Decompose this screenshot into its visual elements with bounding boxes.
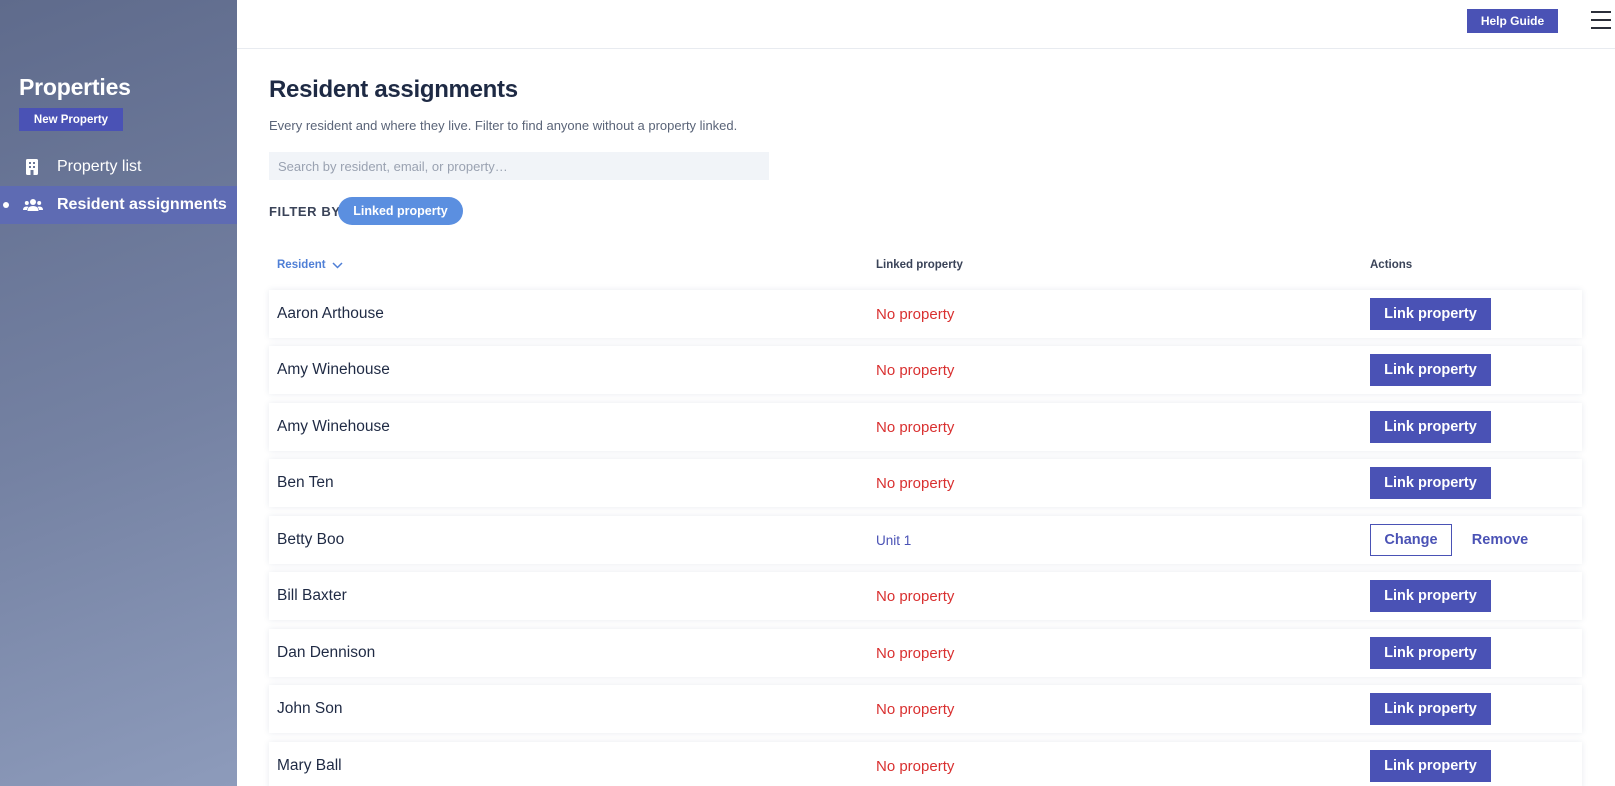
- new-property-button[interactable]: New Property: [19, 108, 123, 131]
- linked-property-value: No property: [876, 758, 955, 775]
- column-header-label: Resident: [277, 259, 326, 271]
- table-row: Betty Boo Unit 1 Change Remove: [269, 516, 1582, 564]
- sidebar: Properties New Property Property list Re…: [0, 0, 237, 786]
- active-indicator: [3, 202, 9, 208]
- remove-property-button[interactable]: Remove: [1465, 524, 1535, 556]
- chevron-down-icon: [332, 261, 343, 269]
- linked-property-value: No property: [876, 701, 955, 718]
- link-property-button[interactable]: Link property: [1370, 580, 1491, 612]
- filter-label: FILTER BY: [269, 204, 341, 219]
- search-input[interactable]: [269, 152, 769, 180]
- resident-name: Aaron Arthouse: [277, 305, 384, 322]
- table-row: Aaron Arthouse No property Link property: [269, 290, 1582, 338]
- table-row: Mary Ball No property Link property: [269, 742, 1582, 786]
- help-guide-button[interactable]: Help Guide: [1467, 9, 1558, 33]
- sidebar-item-label: Property list: [57, 158, 142, 175]
- resident-name: Betty Boo: [277, 531, 345, 548]
- table-row: Bill Baxter No property Link property: [269, 572, 1582, 620]
- link-property-button[interactable]: Link property: [1370, 637, 1491, 669]
- linked-property-value: No property: [876, 588, 955, 605]
- resident-name: John Son: [277, 700, 343, 717]
- link-property-button[interactable]: Link property: [1370, 467, 1491, 499]
- linked-property-value: No property: [876, 362, 955, 379]
- resident-name: Amy Winehouse: [277, 418, 390, 435]
- link-property-button[interactable]: Link property: [1370, 750, 1491, 782]
- linked-property-value: No property: [876, 306, 955, 323]
- table-row: Amy Winehouse No property Link property: [269, 346, 1582, 394]
- table-row: Amy Winehouse No property Link property: [269, 403, 1582, 451]
- link-property-button[interactable]: Link property: [1370, 693, 1491, 725]
- link-property-button[interactable]: Link property: [1370, 354, 1491, 386]
- table-row: Ben Ten No property Link property: [269, 459, 1582, 507]
- link-property-button[interactable]: Link property: [1370, 298, 1491, 330]
- resident-name: Mary Ball: [277, 757, 342, 774]
- table-row: Dan Dennison No property Link property: [269, 629, 1582, 677]
- table-row: John Son No property Link property: [269, 685, 1582, 733]
- linked-property-value[interactable]: Unit 1: [876, 533, 911, 548]
- users-icon: [23, 196, 43, 214]
- change-property-button[interactable]: Change: [1370, 524, 1452, 556]
- linked-property-value: No property: [876, 419, 955, 436]
- column-header-actions: Actions: [1370, 259, 1413, 271]
- column-header-resident[interactable]: Resident: [277, 259, 343, 271]
- top-bar: [237, 0, 1615, 49]
- page-subtitle: Every resident and where they live. Filt…: [269, 118, 738, 133]
- hamburger-menu-icon[interactable]: [1591, 11, 1611, 31]
- page-title: Resident assignments: [269, 76, 518, 103]
- resident-name: Amy Winehouse: [277, 361, 390, 378]
- resident-name: Bill Baxter: [277, 587, 347, 604]
- resident-name: Dan Dennison: [277, 644, 376, 661]
- sidebar-title: Properties: [19, 74, 131, 100]
- resident-name: Ben Ten: [277, 474, 334, 491]
- building-icon: [23, 158, 41, 176]
- sidebar-item-label: Resident assignments: [57, 196, 227, 213]
- sidebar-item-property-list[interactable]: Property list: [0, 148, 237, 186]
- column-header-linked-property: Linked property: [876, 259, 963, 271]
- linked-property-value: No property: [876, 645, 955, 662]
- linked-property-value: No property: [876, 475, 955, 492]
- filter-chip-linked-property[interactable]: Linked property: [338, 197, 463, 225]
- link-property-button[interactable]: Link property: [1370, 411, 1491, 443]
- sidebar-item-resident-assignments[interactable]: Resident assignments: [0, 186, 237, 224]
